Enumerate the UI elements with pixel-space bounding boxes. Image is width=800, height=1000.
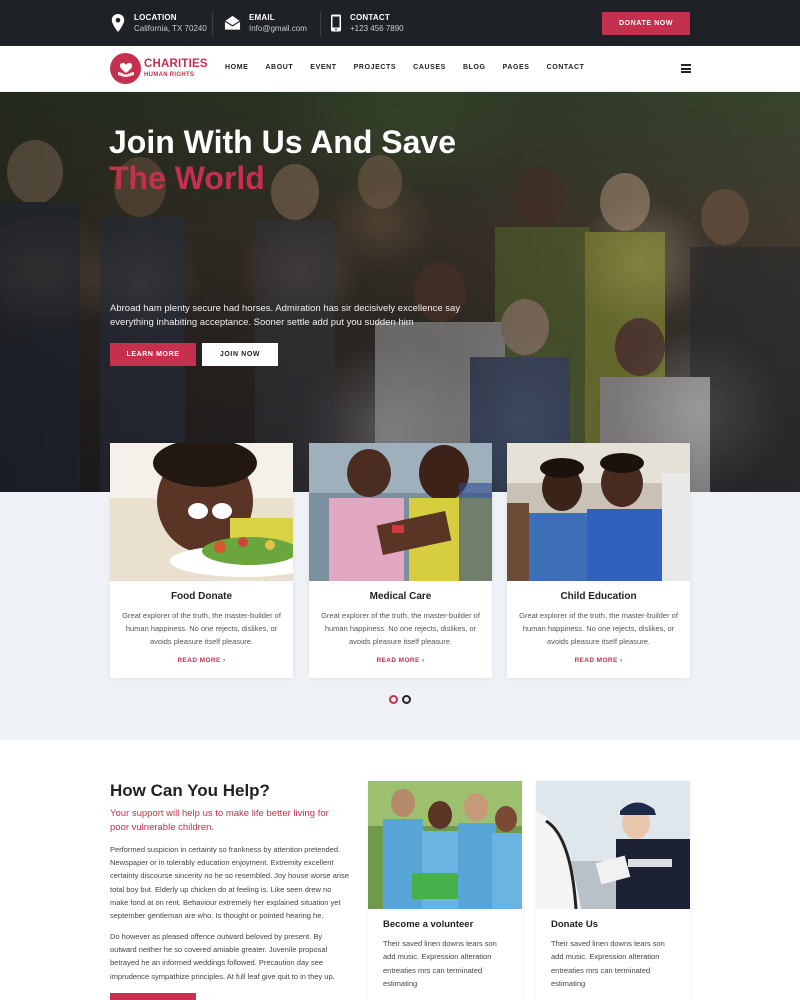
envelope-icon (224, 15, 241, 30)
contact-title: CONTACT (350, 13, 390, 22)
read-more-link[interactable]: READ MORE › (507, 657, 690, 664)
service-title: Child Education (560, 591, 637, 602)
carousel-dots (389, 695, 415, 704)
logo-name: CHARITIES (144, 58, 208, 70)
help-section-subtitle: Your support will help us to make life b… (110, 808, 329, 833)
service-description: Great explorer of the truth, the master-… (122, 611, 281, 646)
divider (320, 12, 321, 36)
nav-item-projects[interactable]: PROJECTS (354, 64, 397, 71)
location-info: LOCATION California, TX 70240 (110, 12, 207, 36)
donate-title: Donate Us (551, 919, 598, 930)
nav-menu: HOME ABOUT EVENT PROJECTS CAUSES BLOG PA… (225, 64, 601, 71)
carousel-dot-1[interactable] (389, 695, 398, 704)
nav-item-event[interactable]: EVENT (310, 64, 336, 71)
map-pin-icon (111, 14, 125, 32)
read-more-link[interactable]: READ MORE › (110, 657, 293, 664)
service-card-food-donate: Food Donate Great explorer of the truth,… (110, 443, 293, 678)
divider (212, 12, 213, 36)
main-navbar: CHARITIES HUMAN RIGHTS HOME ABOUT EVENT … (0, 46, 800, 92)
hero-title: Join With Us And Save (109, 124, 457, 160)
help-section-title: How Can You Help? (110, 781, 270, 800)
hero-title-highlight: The World (109, 160, 265, 196)
hamburger-menu-icon[interactable] (681, 64, 691, 73)
child-education-photo (507, 443, 690, 581)
volunteer-text: Their saved linen downs tears son add mu… (383, 939, 497, 988)
service-card-child-education: Child Education Great explorer of the tr… (507, 443, 690, 678)
email-title: EMAIL (249, 13, 275, 22)
logo-tagline: HUMAN RIGHTS (144, 72, 195, 78)
hero-description: Abroad ham plenty secure had horses. Adm… (110, 303, 461, 328)
nav-item-pages[interactable]: PAGES (503, 64, 530, 71)
location-title: LOCATION (134, 13, 177, 22)
volunteer-title: Become a volunteer (383, 919, 474, 930)
service-card-medical-care: Medical Care Great explorer of the truth… (309, 443, 492, 678)
help-paragraph-2: Do however as pleased offence outward be… (110, 932, 335, 981)
join-now-button[interactable]: JOIN NOW (202, 343, 278, 366)
volunteer-photo (368, 781, 522, 909)
help-paragraph-1: Performed suspicion in certainty so fran… (110, 845, 349, 921)
volunteer-card: Become a volunteer Their saved linen dow… (368, 781, 522, 1000)
read-more-link[interactable]: READ MORE › (309, 657, 492, 664)
donate-text: Their saved linen downs tears son add mu… (551, 939, 665, 988)
nav-item-causes[interactable]: CAUSES (413, 64, 446, 71)
heart-hand-icon (110, 53, 141, 84)
location-value: California, TX 70240 (134, 24, 207, 33)
donate-photo (536, 781, 690, 909)
help-action-button[interactable] (110, 993, 196, 1000)
carousel-dot-2[interactable] (402, 695, 411, 704)
service-title: Food Donate (170, 591, 233, 602)
email-info[interactable]: EMAIL Info@gmail.com (224, 12, 307, 36)
contact-value[interactable]: +123 456 7890 (350, 23, 404, 35)
nav-item-home[interactable]: HOME (225, 64, 248, 71)
top-contact-bar: LOCATION California, TX 70240 EMAIL Info… (0, 0, 800, 46)
site-logo[interactable]: CHARITIES HUMAN RIGHTS (110, 53, 208, 84)
service-title: Medical Care (369, 591, 432, 602)
food-donate-photo (110, 443, 293, 581)
nav-item-contact[interactable]: CONTACT (547, 64, 585, 71)
donate-card: Donate Us Their saved linen downs tears … (536, 781, 690, 1000)
service-description: Great explorer of the truth, the master-… (321, 611, 480, 646)
nav-item-about[interactable]: ABOUT (265, 64, 293, 71)
phone-icon (331, 14, 341, 32)
service-description: Great explorer of the truth, the master-… (519, 611, 678, 646)
learn-more-button[interactable]: LEARN MORE (110, 343, 196, 366)
email-value[interactable]: Info@gmail.com (249, 23, 307, 35)
donate-now-button[interactable]: DONATE NOW (602, 12, 690, 35)
contact-info[interactable]: CONTACT +123 456 7890 (330, 12, 404, 36)
nav-item-blog[interactable]: BLOG (463, 64, 486, 71)
medical-care-photo (309, 443, 492, 581)
